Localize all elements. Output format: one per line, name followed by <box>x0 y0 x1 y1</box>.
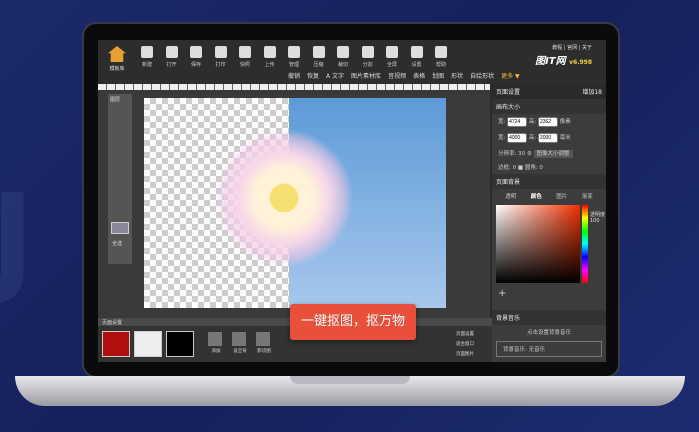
tool-button[interactable]: 设置 <box>406 46 428 68</box>
tool-icon <box>239 46 251 58</box>
tool-icon <box>141 46 153 58</box>
layers-panel: 图层 全选 <box>108 94 132 264</box>
laptop-notch <box>290 376 410 384</box>
logo: 图IT网 v6.998 <box>535 56 592 67</box>
page-thumb[interactable] <box>166 331 194 357</box>
secondary-toolbar: 撤销 恢复 A 文字 图片素材库 音视频 表格 划图 形状 自绘形状 更多 ▼ <box>288 71 527 80</box>
tool-icon <box>214 46 227 58</box>
toolbar-action[interactable]: 撤销 <box>288 73 300 80</box>
select-all[interactable]: 全选 <box>112 240 122 247</box>
tool-icon <box>410 46 423 58</box>
page-action[interactable]: 影切图 <box>256 332 272 354</box>
toolbar-action[interactable]: 恢复 <box>307 73 319 80</box>
toolbar-action[interactable]: 表格 <box>413 73 425 80</box>
page-settings-panel: 页面设置增加18 画布大小 宽: 高: 像素 宽: 高: 毫米 分辨率: 30 … <box>492 84 606 362</box>
tool-icon <box>337 46 349 58</box>
side-action[interactable]: 适合窗口 <box>456 340 474 350</box>
canvas[interactable] <box>144 98 446 308</box>
tool-icon <box>386 46 398 58</box>
height-mm-input[interactable] <box>537 133 558 143</box>
tool-icon <box>435 46 447 58</box>
layer-item[interactable] <box>111 222 129 234</box>
tool-button[interactable]: 保存 <box>185 46 207 68</box>
page-action[interactable]: 设全背 <box>232 332 248 354</box>
tool-button[interactable]: 压缩 <box>308 46 330 68</box>
tool-icon <box>263 46 276 58</box>
bg-tab[interactable]: 颜色 <box>531 192 542 200</box>
toolbar-action[interactable]: 划图 <box>432 73 444 80</box>
workspace: 图层 全选 <box>98 90 490 320</box>
height-px-input[interactable] <box>537 117 558 127</box>
version: v6.998 <box>569 59 592 66</box>
toolbar-action[interactable]: 自绘形状 <box>470 73 494 80</box>
hue-slider[interactable] <box>582 205 588 283</box>
tool-button[interactable]: 快照 <box>234 46 256 68</box>
tool-button[interactable]: 上传 <box>259 46 281 68</box>
tool-icon <box>312 46 325 58</box>
tool-button[interactable]: 分割 <box>357 46 379 68</box>
page-action[interactable]: 添加 <box>208 332 224 354</box>
feature-toast: 一键抠图，抠万物 <box>290 304 416 340</box>
toolbar-action[interactable]: 音视频 <box>388 73 406 80</box>
music-field[interactable]: 背景音乐: 无音乐 <box>496 341 602 357</box>
toolbar: 模板库 新建 打开 保存 打印 快照 上传 管理 压缩 裁切 分割 全屏 设置 帮助 撤销 恢复 A 文字图… <box>98 40 606 84</box>
toolbar-action[interactable]: 形状 <box>451 73 463 80</box>
bg-tab[interactable]: 图片 <box>556 192 567 200</box>
color-picker[interactable] <box>496 205 580 283</box>
tool-icon <box>361 46 374 58</box>
tool-button[interactable]: 打印 <box>210 46 232 68</box>
width-px-input[interactable] <box>507 117 528 127</box>
bg-tab[interactable]: 渐变 <box>582 192 593 200</box>
tool-icon <box>288 46 300 58</box>
tool-button[interactable]: 新建 <box>136 46 158 68</box>
side-action[interactable]: 页面设置 <box>456 330 474 340</box>
toolbar-action[interactable]: 图片素材库 <box>351 73 381 80</box>
tool-icon <box>165 46 178 58</box>
home-icon <box>108 46 126 62</box>
bg-tab[interactable]: 透明 <box>505 192 516 200</box>
page-thumb[interactable] <box>134 331 162 357</box>
add-color-button[interactable]: + <box>492 285 606 302</box>
tool-icon <box>190 46 202 58</box>
tool-button[interactable]: 打开 <box>161 46 183 68</box>
resize-button[interactable]: 图像大小调整 <box>533 150 573 158</box>
tool-button[interactable]: 裁切 <box>332 46 354 68</box>
tool-button[interactable]: 管理 <box>283 46 305 68</box>
tool-button[interactable]: 全屏 <box>381 46 403 68</box>
toolbar-action[interactable]: 更多 ▼ <box>501 73 520 80</box>
page-thumb[interactable] <box>102 331 130 357</box>
width-mm-input[interactable] <box>507 133 528 143</box>
tool-button[interactable]: 帮助 <box>430 46 452 68</box>
toolbar-action[interactable]: A 文字 <box>326 73 344 80</box>
side-action[interactable]: 页面图片 <box>456 350 474 360</box>
dahlia-photo <box>214 128 354 268</box>
template-library-button[interactable]: 模板库 <box>104 46 130 72</box>
layers-title: 图层 <box>110 97 121 103</box>
top-links[interactable]: 教程 | 官网 | 关于 <box>552 44 592 51</box>
